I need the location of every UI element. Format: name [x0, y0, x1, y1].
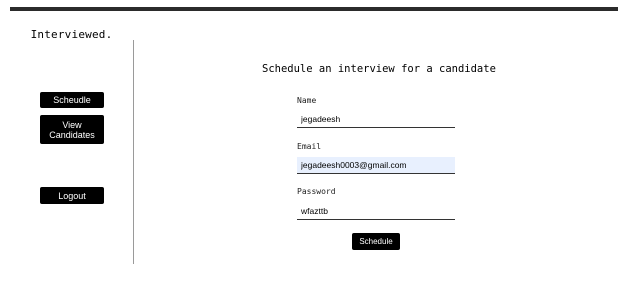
- email-field[interactable]: [297, 157, 455, 174]
- page-title: Schedule an interview for a candidate: [262, 63, 496, 75]
- sidebar-schedule-button[interactable]: Scheudle: [40, 92, 104, 108]
- sidebar-view-candidates-button[interactable]: View Candidates: [40, 115, 104, 144]
- app-brand: Interviewed.: [30, 28, 113, 41]
- email-label: Email: [297, 142, 322, 151]
- sidebar-logout-button[interactable]: Logout: [40, 187, 104, 204]
- sidebar-divider: [133, 40, 134, 264]
- top-bar: [10, 7, 618, 11]
- password-label: Password: [297, 187, 336, 196]
- password-field[interactable]: [297, 203, 455, 220]
- name-label: Name: [297, 96, 317, 105]
- schedule-submit-button[interactable]: Schedule: [352, 233, 400, 250]
- name-field[interactable]: [297, 111, 455, 128]
